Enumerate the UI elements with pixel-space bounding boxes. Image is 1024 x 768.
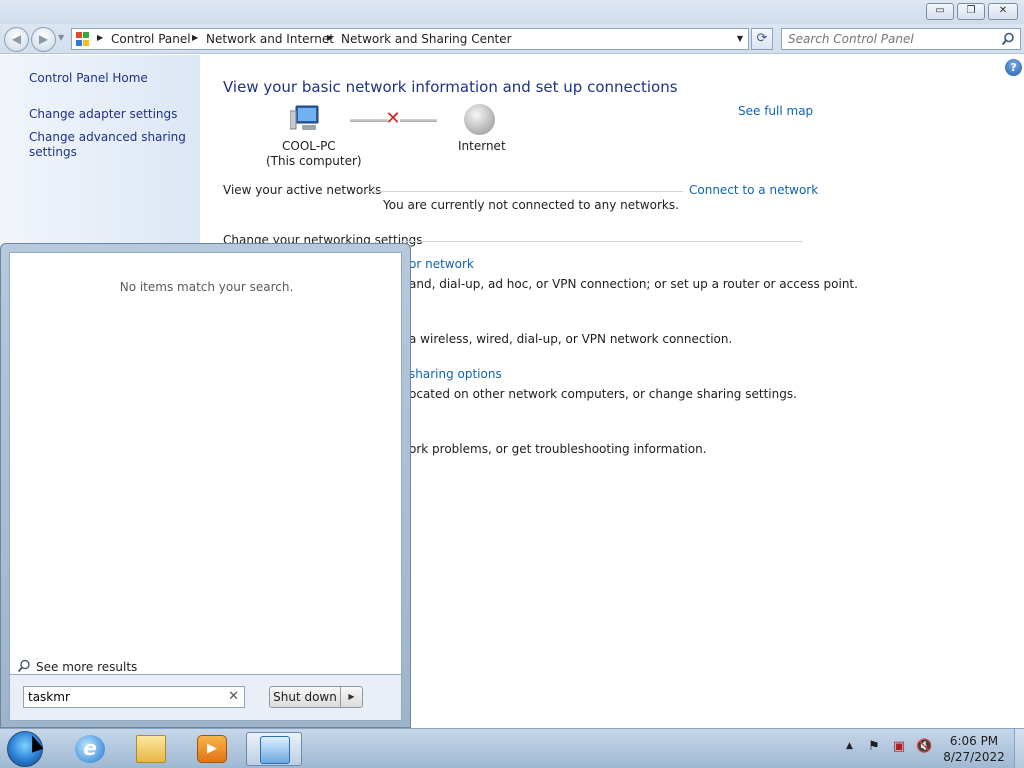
breadcrumb-network-and-sharing-center[interactable]: Network and Sharing Center bbox=[341, 32, 512, 46]
troubleshoot-description: ork problems, or get troubleshooting inf… bbox=[409, 442, 707, 456]
control-panel-window-icon bbox=[260, 736, 290, 764]
start-menu: No items match your search. See more res… bbox=[0, 243, 411, 728]
address-bar[interactable]: ▶ Control Panel ▶ Network and Internet ▶… bbox=[71, 28, 749, 50]
change-advanced-sharing-settings-link[interactable]: Change advanced sharing bbox=[29, 130, 186, 145]
search-input[interactable] bbox=[788, 31, 988, 47]
close-button[interactable]: ✕ bbox=[988, 3, 1018, 20]
shut-down-button[interactable]: Shut down bbox=[269, 686, 341, 708]
volume-muted-icon[interactable]: 🔇 bbox=[916, 739, 932, 755]
taskbar: e ▶ ▲ ⚑ ▣ 🔇 6:06 PM 8/27/2022 bbox=[0, 728, 1024, 768]
show-hidden-icons-icon[interactable]: ▲ bbox=[846, 741, 853, 751]
internet-explorer-icon: e bbox=[75, 735, 105, 763]
change-advanced-sharing-settings-link-line2[interactable]: settings bbox=[29, 145, 77, 160]
forward-button[interactable]: ▶ bbox=[31, 27, 56, 52]
breadcrumb-separator-icon[interactable]: ▶ bbox=[97, 33, 103, 42]
page-title: View your basic network information and … bbox=[223, 78, 678, 96]
breadcrumb-separator-icon[interactable]: ▶ bbox=[192, 33, 198, 42]
network-disconnected-icon[interactable]: ▣ bbox=[891, 739, 907, 755]
minimize-button[interactable]: ▭ bbox=[926, 3, 954, 20]
control-panel-home-link[interactable]: Control Panel Home bbox=[29, 71, 148, 86]
folder-icon bbox=[136, 735, 166, 763]
see-full-map-link[interactable]: See full map bbox=[738, 104, 813, 118]
taskbar-internet-explorer[interactable]: e bbox=[62, 732, 118, 766]
navigation-bar: ◀ ▶ ▼ ▶ Control Panel ▶ Network and Inte… bbox=[0, 24, 1024, 54]
breadcrumb-control-panel[interactable]: Control Panel bbox=[111, 32, 191, 46]
setup-connection-description: and, dial-up, ad hoc, or VPN connection;… bbox=[409, 277, 858, 291]
taskbar-windows-explorer[interactable] bbox=[123, 732, 179, 766]
internet-label: Internet bbox=[458, 139, 506, 153]
sharing-options-description: ocated on other network computers, or ch… bbox=[409, 387, 797, 401]
clear-search-icon[interactable]: ✕ bbox=[228, 689, 239, 704]
search-icon[interactable] bbox=[1001, 32, 1015, 46]
control-panel-icon bbox=[76, 32, 90, 46]
connect-to-a-network-link[interactable]: Connect to a network bbox=[689, 183, 818, 197]
taskbar-control-panel[interactable] bbox=[246, 732, 302, 766]
start-search-input[interactable] bbox=[28, 689, 218, 705]
see-more-results-link[interactable]: See more results bbox=[36, 660, 137, 674]
magnifier-icon bbox=[17, 659, 30, 673]
connection-line bbox=[400, 119, 437, 122]
homegroup-sharing-options-link[interactable]: sharing options bbox=[409, 367, 502, 381]
not-connected-message: You are currently not connected to any n… bbox=[383, 198, 679, 212]
connect-network-description: a wireless, wired, dial-up, or VPN netwo… bbox=[409, 332, 733, 346]
section-divider bbox=[367, 191, 683, 192]
internet-globe-icon[interactable] bbox=[464, 104, 495, 135]
shut-down-options-arrow-icon[interactable]: ▶ bbox=[341, 686, 363, 708]
address-dropdown-icon[interactable]: ▼ bbox=[737, 34, 743, 43]
computer-name: COOL-PC bbox=[282, 139, 336, 153]
no-results-message: No items match your search. bbox=[119, 280, 294, 294]
taskbar-media-player[interactable]: ▶ bbox=[184, 732, 240, 766]
action-center-flag-icon[interactable]: ⚑ bbox=[866, 739, 882, 755]
media-player-icon: ▶ bbox=[197, 735, 227, 763]
search-results-pane: No items match your search. See more res… bbox=[9, 252, 402, 675]
setup-connection-link[interactable]: or network bbox=[409, 257, 474, 271]
breadcrumb-network-and-internet[interactable]: Network and Internet bbox=[206, 32, 334, 46]
section-divider bbox=[400, 241, 803, 242]
restore-button[interactable]: ❐ bbox=[957, 3, 985, 20]
active-networks-heading: View your active networks bbox=[223, 183, 382, 197]
refresh-button[interactable]: ⟳ bbox=[751, 28, 773, 50]
clock-time[interactable]: 6:06 PM bbox=[940, 734, 1008, 748]
connection-line bbox=[350, 119, 388, 122]
show-desktop-button[interactable] bbox=[1014, 729, 1024, 768]
title-bar: ▭ ❐ ✕ bbox=[0, 0, 1024, 24]
recent-pages-dropdown-icon[interactable]: ▼ bbox=[58, 33, 64, 42]
back-button[interactable]: ◀ bbox=[4, 27, 29, 52]
help-icon[interactable]: ? bbox=[1005, 59, 1022, 76]
search-control-panel-box[interactable] bbox=[781, 28, 1021, 50]
computer-icon bbox=[290, 105, 319, 130]
computer-subtitle: (This computer) bbox=[266, 154, 362, 168]
breadcrumb-separator-icon[interactable]: ▶ bbox=[327, 33, 333, 42]
start-search-box[interactable]: ✕ bbox=[23, 686, 245, 708]
clock-date[interactable]: 8/27/2022 bbox=[940, 750, 1008, 764]
start-menu-bottom-bar: ✕ Shut down ▶ bbox=[9, 675, 402, 721]
change-adapter-settings-link[interactable]: Change adapter settings bbox=[29, 107, 177, 122]
